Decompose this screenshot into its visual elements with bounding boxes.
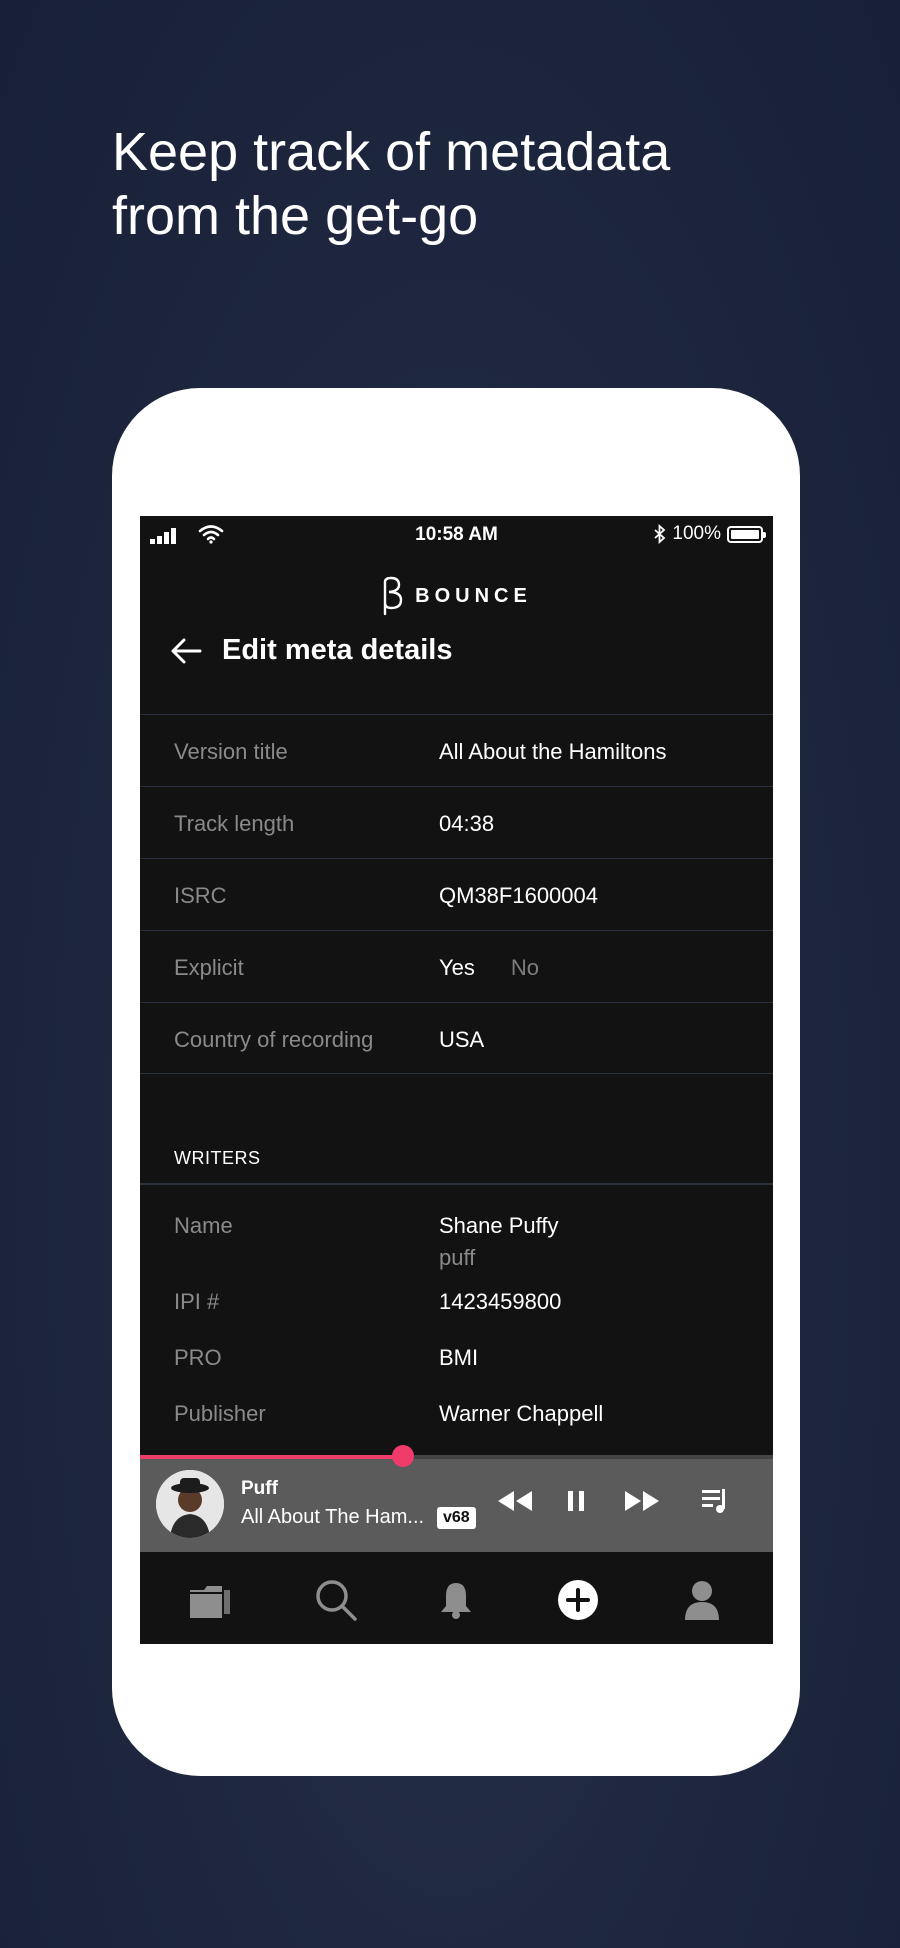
field-explicit: Explicit Yes No xyxy=(140,930,773,1002)
profile-icon xyxy=(685,1581,719,1620)
progress-handle[interactable] xyxy=(391,1445,414,1467)
logo-text: BOUNCE xyxy=(415,584,532,607)
add-icon xyxy=(558,1580,598,1620)
battery-percent: 100% xyxy=(672,523,721,544)
status-right: 100% xyxy=(654,523,766,545)
mini-player[interactable]: Puff All About The Ham... v68 xyxy=(140,1445,773,1552)
headline-line-2: from the get-go xyxy=(112,186,479,246)
writer-alias: puff xyxy=(439,1245,476,1270)
battery-icon xyxy=(727,525,766,543)
field-country[interactable]: Country of recording USA xyxy=(140,1002,773,1074)
app-screen: 10:58 AM 100% BOUNCE Edit meta details V… xyxy=(140,516,773,1644)
writer-pro-label: PRO xyxy=(174,1345,222,1370)
writers-section-title: WRITERS xyxy=(174,1148,261,1168)
field-value[interactable]: QM38F1600004 xyxy=(439,883,598,909)
field-value[interactable]: All About the Hamiltons xyxy=(439,739,666,765)
back-arrow-icon[interactable] xyxy=(170,637,202,665)
page-header: Edit meta details xyxy=(170,634,452,667)
status-bar: 10:58 AM 100% xyxy=(140,516,773,556)
field-value[interactable]: 04:38 xyxy=(439,811,494,837)
field-label: Track length xyxy=(174,811,295,836)
writer-pro-value[interactable]: BMI xyxy=(439,1345,478,1371)
artist-avatar xyxy=(156,1470,224,1538)
field-value[interactable]: USA xyxy=(439,1027,484,1053)
field-track-length[interactable]: Track length 04:38 xyxy=(140,786,773,858)
field-label: ISRC xyxy=(174,883,227,908)
writer-ipi-value[interactable]: 1423459800 xyxy=(439,1289,561,1315)
nav-library[interactable] xyxy=(188,1578,232,1622)
nav-profile[interactable] xyxy=(680,1578,724,1622)
field-label: Country of recording xyxy=(174,1027,374,1052)
divider xyxy=(140,1183,773,1185)
meta-fields: Version title All About the Hamiltons Tr… xyxy=(140,714,773,1074)
page-title: Edit meta details xyxy=(222,634,453,666)
field-isrc[interactable]: ISRC QM38F1600004 xyxy=(140,858,773,930)
field-label: Explicit xyxy=(174,955,244,980)
bounce-logo-icon xyxy=(383,576,403,616)
field-version-title[interactable]: Version title All About the Hamiltons xyxy=(140,714,773,786)
player-track-title: All About The Ham... xyxy=(241,1506,425,1528)
writer-publisher-label: Publisher xyxy=(174,1401,266,1426)
nav-notifications[interactable] xyxy=(434,1578,478,1622)
headline-line-1: Keep track of metadata xyxy=(112,122,671,182)
fast-forward-icon[interactable] xyxy=(622,1488,662,1514)
folder-icon xyxy=(190,1586,230,1618)
writer-ipi-label: IPI # xyxy=(174,1289,220,1314)
artist-photo xyxy=(156,1470,224,1538)
field-label: Version title xyxy=(174,739,288,764)
version-badge: v68 xyxy=(437,1507,476,1529)
app-logo: BOUNCE xyxy=(140,576,773,616)
writer-name-label: Name xyxy=(174,1213,233,1238)
bell-icon xyxy=(441,1583,471,1619)
progress-fill xyxy=(140,1455,403,1459)
pause-icon[interactable] xyxy=(565,1488,587,1514)
headline: Keep track of metadata from the get-go xyxy=(112,120,832,248)
bluetooth-icon xyxy=(654,524,666,544)
explicit-no-option[interactable]: No xyxy=(511,955,539,980)
nav-search[interactable] xyxy=(314,1578,358,1622)
writer-name-value[interactable]: Shane Puffy xyxy=(439,1213,558,1239)
player-artist: Puff xyxy=(241,1478,278,1499)
explicit-toggle: Yes No xyxy=(439,955,539,981)
search-icon xyxy=(316,1580,357,1621)
bottom-nav xyxy=(140,1552,773,1644)
nav-add[interactable] xyxy=(556,1578,600,1622)
explicit-yes-option[interactable]: Yes xyxy=(439,955,475,980)
writer-publisher-value[interactable]: Warner Chappell xyxy=(439,1401,603,1427)
rewind-icon[interactable] xyxy=(495,1488,535,1514)
queue-icon[interactable] xyxy=(700,1487,730,1515)
